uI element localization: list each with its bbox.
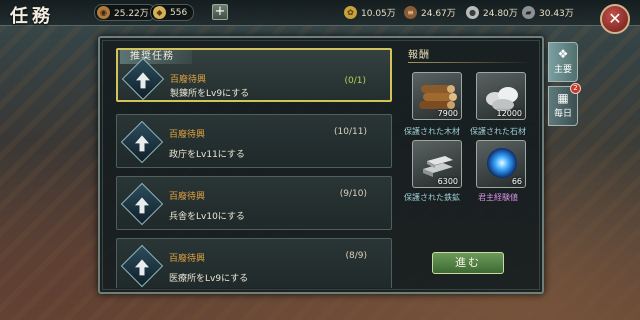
- task-progress: (9/10): [339, 189, 367, 199]
- wood-resource: ≡ 24.67万: [404, 4, 456, 21]
- task-desc: 政庁をLv11にする: [169, 150, 245, 160]
- gold-ingot-icon: ◆: [153, 6, 166, 19]
- upgrade-arrow-icon: [121, 57, 165, 101]
- stone-resource: ● 24.80万: [466, 4, 518, 21]
- task-item-2[interactable]: 百廢待興 政庁をLv11にする (10/11): [116, 114, 392, 168]
- reward-iron[interactable]: 6300: [412, 140, 462, 188]
- task-panel: 推奨任務 百廢待興 製錬所をLv9にする (0/1) 百廢待興 政庁をLv11に…: [98, 36, 544, 294]
- upgrade-arrow-icon: [120, 120, 164, 164]
- tab-daily[interactable]: ▦ 毎日 2: [548, 83, 581, 126]
- task-progress: (8/9): [345, 251, 367, 261]
- task-list[interactable]: 推奨任務 百廢待興 製錬所をLv9にする (0/1) 百廢待興 政庁をLv11に…: [112, 44, 398, 288]
- reward-count: 12000: [496, 109, 522, 118]
- copper-value: 25.22万: [114, 9, 149, 19]
- reward-count: 7900: [437, 109, 458, 118]
- task-name: 百廢待興: [169, 130, 206, 140]
- reward-wood[interactable]: 7900: [412, 72, 462, 120]
- copper-resource: ◉ 25.22万: [94, 4, 156, 21]
- reward-label: 保護された木材: [404, 127, 460, 136]
- reward-stone[interactable]: 12000: [476, 72, 526, 120]
- grain-icon: ✿: [344, 6, 357, 19]
- task-item-4[interactable]: 百廢待興 医療所をLv9にする (8/9): [116, 238, 392, 288]
- task-item-1[interactable]: 推奨任務 百廢待興 製錬所をLv9にする (0/1): [116, 48, 392, 102]
- reward-count: 6300: [437, 177, 458, 186]
- iron-resource: ▰ 30.43万: [522, 4, 574, 21]
- reward-label: 君主経験値: [478, 193, 518, 202]
- notification-badge: 2: [570, 83, 581, 94]
- iron-value: 30.43万: [539, 9, 574, 19]
- grain-value: 10.05万: [361, 9, 396, 19]
- rewards-title: 報酬: [408, 46, 532, 63]
- stone-value: 24.80万: [483, 9, 518, 19]
- reward-label: 保護された石材: [470, 127, 526, 136]
- task-progress: (10/11): [334, 127, 367, 137]
- task-desc: 製錬所をLv9にする: [170, 89, 250, 99]
- task-item-3[interactable]: 百廢待興 兵舎をLv10にする (9/10): [116, 176, 392, 230]
- wood-icon: ≡: [404, 6, 417, 19]
- stone-icon: ●: [466, 6, 479, 19]
- reward-label: 保護された鉄鉱: [404, 193, 460, 202]
- close-icon: ✕: [608, 9, 622, 28]
- go-button[interactable]: 進む: [432, 252, 504, 274]
- close-button[interactable]: ✕: [600, 4, 630, 34]
- add-gold-button[interactable]: +: [212, 4, 228, 20]
- grain-resource: ✿ 10.05万: [344, 4, 396, 21]
- copper-coin-icon: ◉: [97, 6, 110, 19]
- top-bar: 任務 ◉ 25.22万 ◆ 556 + ✿ 10.05万 ≡ 24.67万 ● …: [0, 0, 640, 27]
- iron-icon: ▰: [522, 6, 535, 19]
- reward-count: 66: [511, 177, 522, 186]
- upgrade-arrow-icon: [120, 182, 164, 226]
- tab-main[interactable]: ❖ 主要: [548, 42, 578, 82]
- task-name: 百廢待興: [169, 254, 206, 264]
- page-title: 任務: [10, 6, 54, 27]
- wood-value: 24.67万: [421, 9, 456, 19]
- upgrade-arrow-icon: [120, 244, 164, 288]
- task-desc: 兵舎をLv10にする: [169, 212, 245, 222]
- recommend-tag: 推奨任務: [120, 50, 192, 64]
- task-name: 百廢待興: [170, 75, 207, 85]
- task-progress: (0/1): [344, 76, 366, 86]
- scroll-icon: ❖: [557, 47, 569, 61]
- gold-resource: ◆ 556: [150, 4, 195, 21]
- task-name: 百廢待興: [169, 192, 206, 202]
- gold-value: 556: [170, 7, 188, 18]
- task-desc: 医療所をLv9にする: [169, 274, 249, 284]
- reward-experience[interactable]: 66: [476, 140, 526, 188]
